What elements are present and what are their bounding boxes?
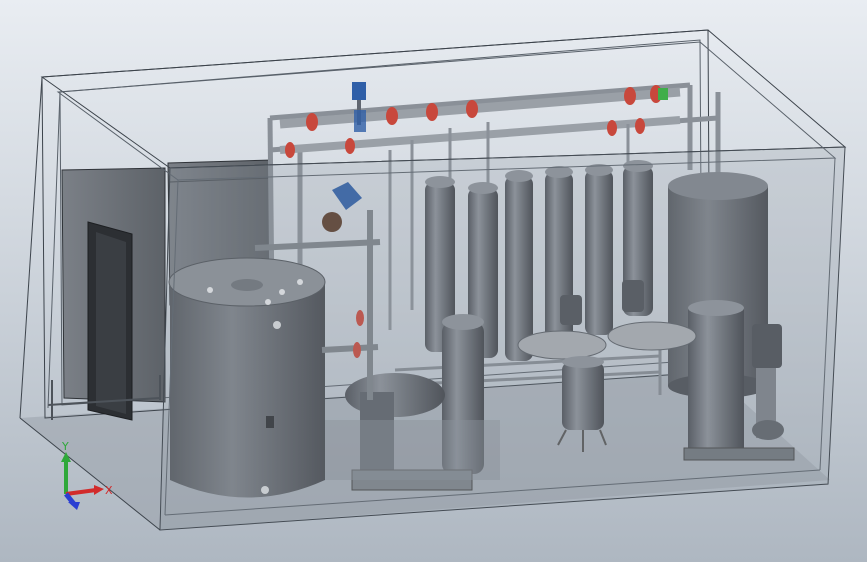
- cad-3d-viewport[interactable]: Y X: [0, 0, 867, 562]
- enclosure-front-panel: [160, 147, 845, 530]
- triad-y-label: Y: [61, 440, 69, 453]
- control-cabinet-left: [61, 167, 166, 421]
- triad-y-arrow: [61, 452, 71, 462]
- valve-actuator-top: [352, 82, 366, 132]
- equipment-container-model[interactable]: [0, 0, 867, 562]
- pipe-header: [279, 85, 681, 158]
- triad-x-arrow: [94, 485, 104, 495]
- coordinate-triad: Y X: [61, 440, 113, 510]
- triad-x-axis: [65, 488, 97, 496]
- triad-x-label: X: [105, 484, 113, 497]
- triad-z-arrow: [68, 502, 80, 510]
